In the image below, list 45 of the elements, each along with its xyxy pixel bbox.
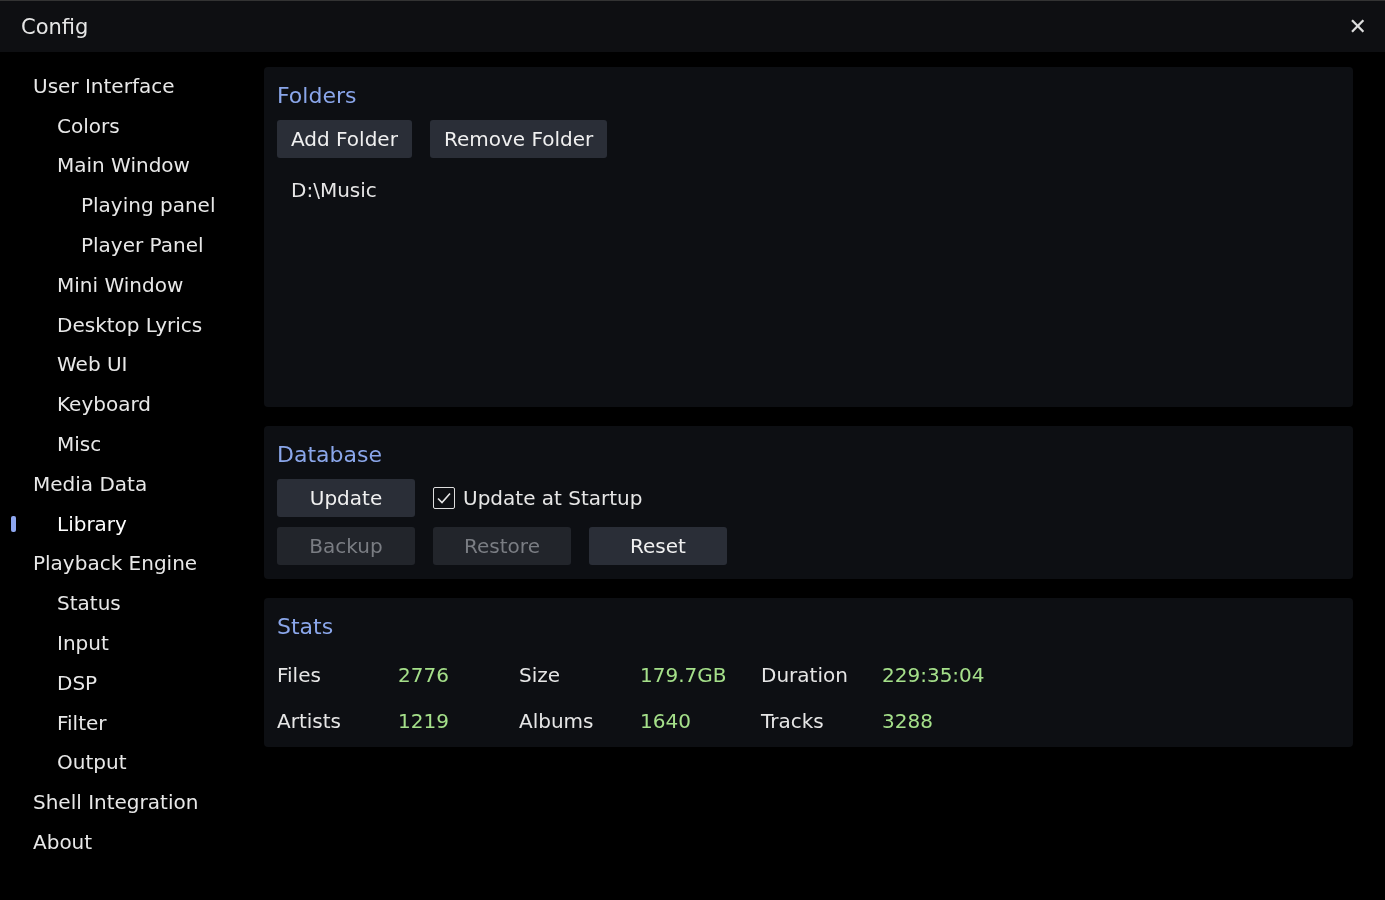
sidebar-item[interactable]: Input (57, 631, 109, 656)
sidebar-item[interactable]: Library (57, 511, 127, 536)
sidebar-item[interactable]: User Interface (33, 73, 175, 98)
update-button[interactable]: Update (277, 479, 415, 517)
sidebar-item[interactable]: DSP (57, 670, 98, 695)
sidebar-item[interactable]: Player Panel (81, 233, 204, 258)
stat-value: 179.7GB (640, 663, 728, 687)
checkbox[interactable] (433, 487, 455, 509)
checkbox-label[interactable]: Update at Startup (463, 486, 643, 510)
sidebar-item[interactable]: Output (57, 750, 127, 775)
sidebar-item[interactable]: Colors (57, 113, 120, 138)
stat-label: Tracks (761, 709, 825, 733)
close-button[interactable]: ✕ (1342, 12, 1373, 41)
stat-value: 2776 (398, 663, 450, 687)
sidebar-item[interactable]: About (33, 830, 93, 855)
stat-label: Artists (277, 709, 342, 733)
sidebar-item[interactable]: Main Window (57, 153, 190, 178)
stat-label: Albums (519, 709, 595, 733)
sidebar-item[interactable]: Media Data (33, 471, 148, 496)
stat-value: 1219 (398, 709, 450, 733)
sidebar-item[interactable]: Filter (57, 710, 107, 735)
check-icon (436, 490, 452, 506)
folder-button[interactable]: Add Folder (277, 120, 412, 158)
sidebar-item[interactable]: Keyboard (57, 392, 151, 417)
section-title: Stats (277, 614, 335, 639)
database-button[interactable]: Reset (589, 527, 727, 565)
sidebar-item[interactable]: Playing panel (81, 193, 216, 218)
sidebar-item[interactable]: Desktop Lyrics (57, 312, 203, 337)
section-title: Folders (277, 83, 358, 108)
folder-button[interactable]: Remove Folder (429, 120, 608, 158)
sidebar-item[interactable]: Status (57, 591, 121, 616)
folder-path[interactable]: D:\Music (277, 168, 1340, 212)
sidebar-item[interactable]: Mini Window (57, 272, 184, 297)
sidebar-item[interactable]: Misc (57, 432, 102, 457)
sidebar-item[interactable]: Web UI (57, 352, 128, 377)
section-title: Database (277, 442, 383, 467)
stat-label: Files (277, 663, 322, 687)
sidebar-item[interactable]: Playback Engine (33, 551, 198, 576)
window-title: Config (21, 14, 89, 39)
stat-value: 3288 (882, 709, 934, 733)
stat-value: 1640 (640, 709, 692, 733)
stat-value: 229:35:04 (882, 663, 986, 687)
stat-label: Duration (761, 663, 849, 687)
sidebar-item[interactable]: Shell Integration (33, 790, 199, 815)
stat-label: Size (519, 663, 562, 687)
